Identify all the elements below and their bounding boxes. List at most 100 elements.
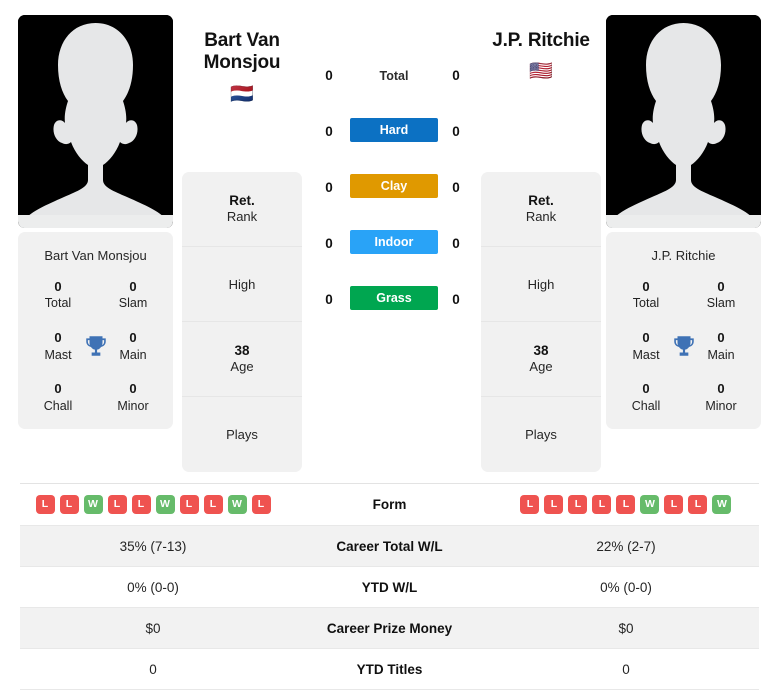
surface-badge-hard[interactable]: Hard — [350, 118, 438, 142]
titles-slam-left: 0 Slam — [107, 278, 159, 312]
titles-slam-label: Slam — [118, 296, 148, 311]
stats-row: 35% (7-13) Career Total W/L 22% (2-7) — [20, 526, 759, 567]
form-label: Form — [372, 497, 407, 512]
high-block-right: High — [481, 247, 601, 322]
titles-total-label: Total — [632, 296, 660, 311]
titles-total-value: 0 — [642, 278, 650, 294]
stats-row: 0% (0-0) YTD W/L 0% (0-0) — [20, 567, 759, 608]
form-badge-win[interactable]: W — [155, 495, 175, 514]
surface-badge-indoor[interactable]: Indoor — [350, 230, 438, 254]
titles-mast-value: 0 — [54, 330, 62, 346]
stat-value-right: 22% (2-7) — [596, 538, 656, 554]
form-badge-loss[interactable]: L — [131, 495, 151, 514]
h2h-row-total: 0 Total 0 — [310, 62, 475, 118]
form-badge-win[interactable]: W — [640, 495, 660, 514]
form-badge-loss[interactable]: L — [544, 495, 564, 514]
stat-value-right: 0% (0-0) — [600, 579, 652, 595]
form-badge-loss[interactable]: L — [251, 495, 271, 514]
rank-block-left: Ret. Rank — [182, 172, 302, 247]
titles-grid-left: 0 Total 0 Slam 0 Mast 0 Main 0 Chall 0 M… — [18, 278, 173, 415]
form-badge-loss[interactable]: L — [592, 495, 612, 514]
form-badge-loss[interactable]: L — [688, 495, 708, 514]
titles-total-value: 0 — [54, 278, 62, 294]
titles-mast-label: Mast — [44, 347, 72, 362]
player-card-name-right: J.P. Ritchie — [651, 248, 716, 263]
h2h-left-value: 0 — [325, 292, 333, 307]
plays-label-left: Plays — [226, 427, 258, 443]
age-label-right: Age — [529, 359, 553, 375]
stat-value-left: $0 — [145, 620, 161, 636]
h2h-left-value: 0 — [325, 236, 333, 251]
player-rank-card-right: Ret. Rank High 38 Age Plays — [481, 172, 601, 472]
usa-flag-icon: 🇺🇸 — [529, 61, 553, 83]
photo-floor — [18, 215, 173, 228]
rank-label-left: Rank — [226, 209, 258, 225]
rank-value-left: Ret. — [229, 192, 255, 208]
titles-chall-value: 0 — [54, 381, 62, 397]
h2h-row-indoor: 0 Indoor 0 — [310, 230, 475, 286]
titles-main-right: 0 Main — [695, 329, 747, 363]
titles-main-label: Main — [707, 347, 735, 362]
titles-total-label: Total — [44, 296, 72, 311]
titles-slam-right: 0 Slam — [695, 278, 747, 312]
titles-main-value: 0 — [129, 330, 137, 346]
h2h-row-clay: 0 Clay 0 — [310, 174, 475, 230]
titles-row: 0 Total 0 Slam — [612, 278, 755, 312]
titles-mast-value: 0 — [642, 330, 650, 346]
form-badge-win[interactable]: W — [227, 495, 247, 514]
player-name-header-right: J.P. Ritchie 🇺🇸 — [478, 30, 604, 81]
stat-value-right: $0 — [618, 620, 634, 636]
form-badge-loss[interactable]: L — [203, 495, 223, 514]
player-photo-right[interactable] — [606, 15, 761, 228]
age-label-left: Age — [230, 359, 254, 375]
titles-total-left: 0 Total — [32, 278, 84, 312]
titles-row: 0 Mast 0 Main — [24, 329, 167, 363]
titles-main-label: Main — [119, 347, 147, 362]
h2h-right-value: 0 — [452, 180, 460, 195]
player-card-name-left: Bart Van Monsjou — [44, 248, 147, 263]
player-name-header-left: Bart Van Monsjou 🇳🇱 — [179, 30, 305, 104]
form-badge-loss[interactable]: L — [35, 495, 55, 514]
plays-block-left: Plays — [182, 397, 302, 472]
player-photo-left[interactable] — [18, 15, 173, 228]
plays-block-right: Plays — [481, 397, 601, 472]
age-block-right: 38 Age — [481, 322, 601, 397]
h2h-left-value: 0 — [325, 68, 333, 83]
player-comparison-panel: Bart Van Monsjou 0 Total 0 Slam 0 Mast 0… — [0, 0, 779, 472]
form-cell-right: LLLLLWLLW — [493, 495, 759, 514]
stat-value-left: 35% (7-13) — [119, 538, 187, 554]
titles-mast-label: Mast — [632, 347, 660, 362]
trophy-icon — [85, 336, 106, 356]
h2h-left-value: 0 — [325, 124, 333, 139]
form-badge-loss[interactable]: L — [664, 495, 684, 514]
trophy-icon — [673, 336, 694, 356]
form-badge-win[interactable]: W — [712, 495, 732, 514]
form-badge-loss[interactable]: L — [568, 495, 588, 514]
form-badge-loss[interactable]: L — [616, 495, 636, 514]
titles-chall-label: Chall — [631, 398, 661, 413]
h2h-right-value: 0 — [452, 292, 460, 307]
head-to-head-column: 0 Total 0 0 Hard 0 0 Clay 0 0 Indoor 0 0 Grass 0 — [310, 62, 475, 342]
titles-chall-value: 0 — [642, 381, 650, 397]
player-name-right: J.P. Ritchie — [492, 30, 590, 51]
titles-total-right: 0 Total — [620, 278, 672, 312]
player-rank-card-left: Ret. Rank High 38 Age Plays — [182, 172, 302, 472]
photo-floor — [606, 215, 761, 228]
h2h-row-grass: 0 Grass 0 — [310, 286, 475, 342]
form-strip-right: LLLLLWLLW — [493, 495, 759, 514]
rank-block-right: Ret. Rank — [481, 172, 601, 247]
form-badge-loss[interactable]: L — [107, 495, 127, 514]
player-column-right: J.P. Ritchie 0 Total 0 Slam 0 Mast 0 Mai… — [606, 15, 761, 429]
age-value-left: 38 — [234, 342, 250, 358]
form-badge-loss[interactable]: L — [520, 495, 540, 514]
form-badge-loss[interactable]: L — [179, 495, 199, 514]
form-badge-loss[interactable]: L — [59, 495, 79, 514]
surface-badge-grass[interactable]: Grass — [350, 286, 438, 310]
form-strip-left: LLWLLWLLWL — [20, 495, 286, 514]
rank-value-right: Ret. — [528, 192, 554, 208]
player-column-left: Bart Van Monsjou 0 Total 0 Slam 0 Mast 0… — [18, 15, 173, 429]
netherlands-flag-icon: 🇳🇱 — [230, 83, 254, 105]
surface-badge-clay[interactable]: Clay — [350, 174, 438, 198]
avatar-silhouette-icon — [606, 15, 761, 228]
form-badge-win[interactable]: W — [83, 495, 103, 514]
